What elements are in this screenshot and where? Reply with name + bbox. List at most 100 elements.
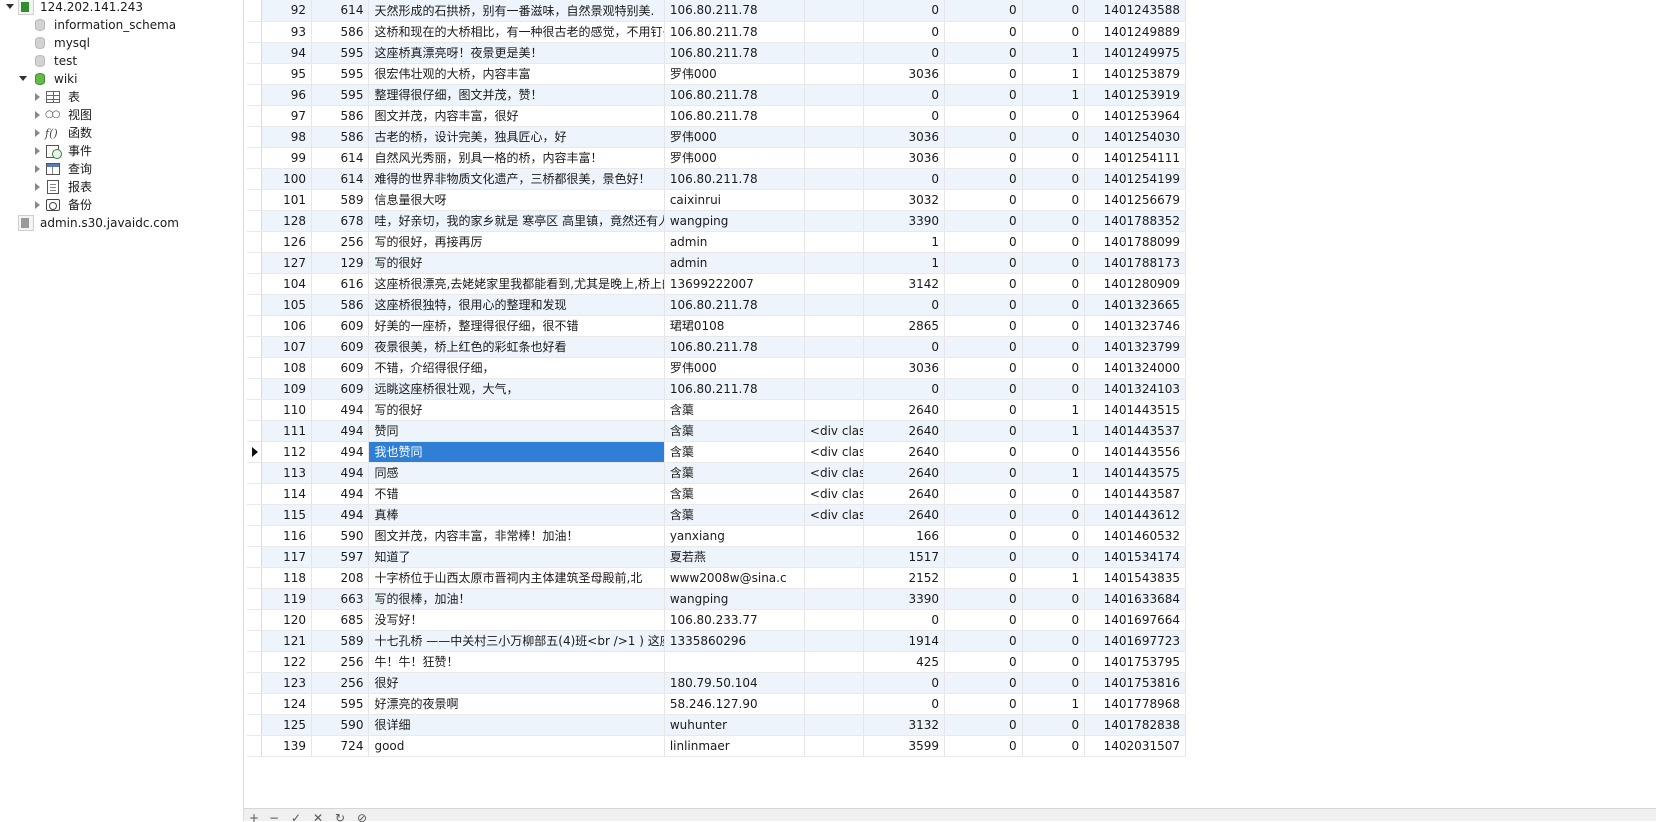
- cell-content[interactable]: 这座桥真漂亮呀！夜景更是美！: [368, 42, 665, 64]
- cell-flag-a[interactable]: 0: [944, 231, 1023, 253]
- cell-timestamp[interactable]: 1401443612: [1084, 504, 1186, 526]
- row-indicator[interactable]: [247, 651, 262, 673]
- cell-flag-b[interactable]: 0: [1022, 588, 1086, 610]
- cell-score[interactable]: 2865: [863, 315, 946, 337]
- cell-item-id[interactable]: 494: [311, 483, 370, 505]
- cell-author[interactable]: 106.80.211.78: [664, 168, 805, 190]
- cell-flag-a[interactable]: 0: [944, 336, 1023, 358]
- cell-item-id[interactable]: 129: [311, 252, 370, 274]
- table-row[interactable]: 126 256 写的很好，再接再厉 admin 1 0 0 1401788099: [247, 231, 1186, 253]
- cell-author[interactable]: 106.80.211.78: [664, 42, 805, 64]
- connection-node[interactable]: 124.202.141.243: [0, 0, 243, 16]
- cell-id[interactable]: 115: [261, 504, 313, 526]
- cell-flag-b[interactable]: 0: [1022, 273, 1086, 295]
- row-indicator[interactable]: [247, 273, 262, 295]
- tree-item-backups[interactable]: 备份: [0, 196, 243, 214]
- cell-timestamp[interactable]: 1401782838: [1084, 714, 1186, 736]
- cell-item-id[interactable]: 586: [311, 105, 370, 127]
- cell-score[interactable]: 0: [863, 0, 946, 22]
- cell-author[interactable]: 夏若燕: [664, 546, 805, 568]
- cell-score[interactable]: 2640: [863, 399, 946, 421]
- cell-score[interactable]: 0: [863, 42, 946, 64]
- cell-score[interactable]: 3390: [863, 588, 946, 610]
- table-row[interactable]: 105 586 这座桥很独特，很用心的整理和发现 106.80.211.78 0 0 0 14…: [247, 294, 1186, 316]
- cell-score[interactable]: 425: [863, 651, 946, 673]
- cell-author[interactable]: caixinrui: [664, 189, 805, 211]
- table-row[interactable]: 122 256 牛！牛！狂赞！ 425 0 0 1401753795: [247, 651, 1186, 673]
- cell-id[interactable]: 113: [261, 462, 313, 484]
- cell-timestamp[interactable]: 1401753816: [1084, 672, 1186, 694]
- cell-author[interactable]: 13699222007: [664, 273, 805, 295]
- cell-timestamp[interactable]: 1401697723: [1084, 630, 1186, 652]
- cell-item-id[interactable]: 609: [311, 336, 370, 358]
- cell-flag-b[interactable]: 0: [1022, 504, 1086, 526]
- cell-extra[interactable]: [804, 399, 865, 421]
- cell-author[interactable]: 106.80.211.78: [664, 84, 805, 106]
- row-indicator[interactable]: [247, 252, 262, 274]
- cell-timestamp[interactable]: 1401256679: [1084, 189, 1186, 211]
- table-row[interactable]: 114494不错含蕖<div class2640001401443587: [247, 483, 1186, 505]
- cell-timestamp[interactable]: 1401788173: [1084, 252, 1186, 274]
- cell-id[interactable]: 139: [261, 735, 313, 757]
- cell-extra[interactable]: [804, 21, 865, 43]
- row-indicator[interactable]: [247, 420, 262, 442]
- cell-flag-b[interactable]: 0: [1022, 21, 1086, 43]
- cell-content[interactable]: 我也赞同: [368, 441, 665, 463]
- cell-id[interactable]: 96: [261, 84, 313, 106]
- table-row[interactable]: 119 663 写的很棒，加油！ wangping 3390 0 0 1401633684: [247, 588, 1186, 610]
- cell-score[interactable]: 3142: [863, 273, 946, 295]
- cell-timestamp[interactable]: 1401253919: [1084, 84, 1186, 106]
- cell-author[interactable]: 罗伟000: [664, 126, 805, 148]
- cell-id[interactable]: 93: [261, 21, 313, 43]
- row-indicator[interactable]: [247, 567, 262, 589]
- cell-flag-a[interactable]: 0: [944, 147, 1023, 169]
- cell-author[interactable]: 106.80.211.78: [664, 0, 805, 22]
- cell-content[interactable]: 写的很好，再接再厉: [368, 231, 665, 253]
- cell-flag-a[interactable]: 0: [944, 504, 1023, 526]
- cell-flag-b[interactable]: 0: [1022, 126, 1086, 148]
- cell-item-id[interactable]: 609: [311, 357, 370, 379]
- cell-score[interactable]: 0: [863, 336, 946, 358]
- tree-item-tables[interactable]: 表: [0, 88, 243, 106]
- table-row[interactable]: 96 595 整理得很仔细，图文并茂，赞！ 106.80.211.78 0 0 1 14012…: [247, 84, 1186, 106]
- table-row[interactable]: 108 609 不错，介绍得很仔细， 罗伟000 3036 0 0 1401324000: [247, 357, 1186, 379]
- cell-item-id[interactable]: 494: [311, 420, 370, 442]
- cell-content[interactable]: 牛！牛！狂赞！: [368, 651, 665, 673]
- cell-author[interactable]: wangping: [664, 210, 805, 232]
- cell-flag-b[interactable]: 1: [1022, 63, 1086, 85]
- cell-flag-b[interactable]: 1: [1022, 399, 1086, 421]
- table-row[interactable]: 101 589 信息量很大呀 caixinrui 3032 0 0 1401256679: [247, 189, 1186, 211]
- cell-flag-b[interactable]: 0: [1022, 441, 1086, 463]
- cell-extra[interactable]: [804, 105, 865, 127]
- cell-extra[interactable]: [804, 567, 865, 589]
- table-row[interactable]: 120 685 没写好！ 106.80.233.77 0 0 0 1401697664: [247, 609, 1186, 631]
- cell-item-id[interactable]: 595: [311, 693, 370, 715]
- cell-timestamp[interactable]: 1401253879: [1084, 63, 1186, 85]
- cell-flag-a[interactable]: 0: [944, 168, 1023, 190]
- cell-author[interactable]: 106.80.211.78: [664, 105, 805, 127]
- cell-content[interactable]: good: [368, 735, 665, 757]
- cell-content[interactable]: 信息量很大呀: [368, 189, 665, 211]
- cell-timestamp[interactable]: 1401753795: [1084, 651, 1186, 673]
- row-indicator[interactable]: [247, 336, 262, 358]
- cell-item-id[interactable]: 589: [311, 189, 370, 211]
- cell-id[interactable]: 112: [261, 441, 313, 463]
- cell-content[interactable]: 难得的世界非物质文化遗产，三桥都很美，景色好！: [368, 168, 665, 190]
- cell-id[interactable]: 94: [261, 42, 313, 64]
- cell-author[interactable]: 含蕖: [664, 441, 805, 463]
- cell-id[interactable]: 120: [261, 609, 313, 631]
- cell-timestamp[interactable]: 1401443515: [1084, 399, 1186, 421]
- row-indicator[interactable]: [247, 168, 262, 190]
- cell-score[interactable]: 1914: [863, 630, 946, 652]
- cell-content[interactable]: 写的很好: [368, 399, 665, 421]
- cell-item-id[interactable]: 724: [311, 735, 370, 757]
- cell-item-id[interactable]: 614: [311, 168, 370, 190]
- cell-timestamp[interactable]: 1402031507: [1084, 735, 1186, 757]
- cell-flag-a[interactable]: 0: [944, 525, 1023, 547]
- cell-extra[interactable]: <div class: [804, 504, 865, 526]
- cell-item-id[interactable]: 609: [311, 378, 370, 400]
- cell-flag-a[interactable]: 0: [944, 462, 1023, 484]
- tree-item-views[interactable]: 视图: [0, 106, 243, 124]
- cell-flag-b[interactable]: 1: [1022, 462, 1086, 484]
- cell-extra[interactable]: [804, 651, 865, 673]
